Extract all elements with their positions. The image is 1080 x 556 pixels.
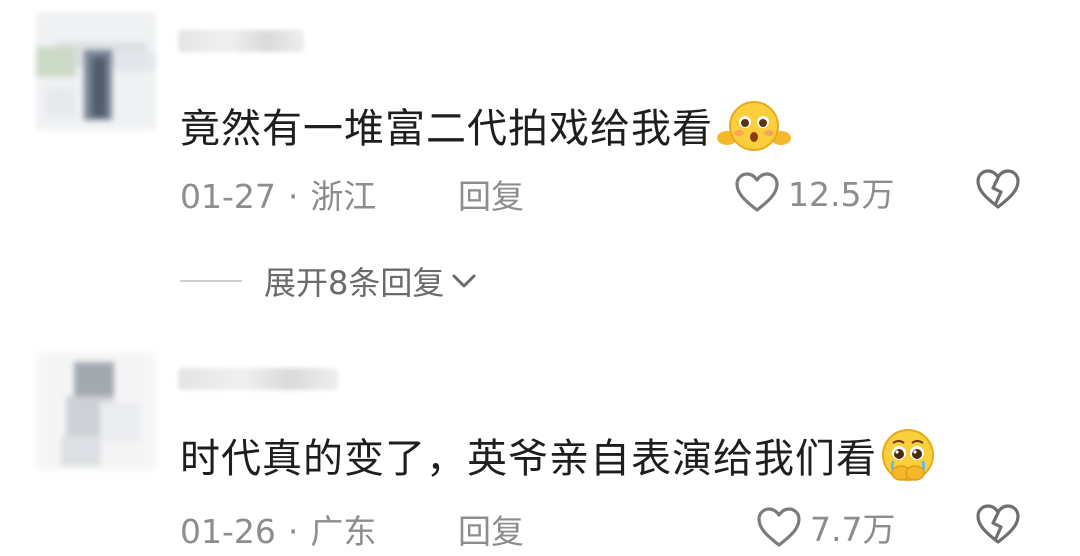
broken-heart-icon xyxy=(976,504,1020,544)
heart-outline-icon xyxy=(757,507,801,547)
comment-item: 竟然有一堆富二代拍戏给我看 01-27 · 浙江 回复 12.5万 展开8条回复 xyxy=(0,0,1080,302)
expand-replies-label: 展开8条回复 xyxy=(264,264,445,302)
meta-separator: · xyxy=(287,512,299,551)
dislike-button[interactable] xyxy=(974,503,1022,549)
comment-item: 时代真的变了，英爷亲自表演给我们看 01-26 · 广东 回复 7.7万 xyxy=(0,340,1080,556)
heart-outline-icon xyxy=(735,172,779,212)
reply-button[interactable]: 回复 xyxy=(458,505,524,553)
like-button[interactable]: 12.5万 xyxy=(734,168,894,216)
dislike-button[interactable] xyxy=(974,168,1022,214)
like-button[interactable]: 7.7万 xyxy=(756,503,895,551)
comment-meta: 01-27 · 浙江 xyxy=(180,170,376,218)
meta-separator: · xyxy=(287,177,299,216)
comment-date: 01-26 xyxy=(180,512,276,551)
avatar[interactable] xyxy=(36,352,156,470)
expand-replies-button[interactable]: 展开8条回复 xyxy=(180,258,478,304)
username-blurred[interactable] xyxy=(178,368,338,390)
comment-date: 01-27 xyxy=(180,177,276,216)
comment-text: 时代真的变了，英爷亲自表演给我们看 xyxy=(180,426,937,495)
divider-line xyxy=(180,280,242,282)
comment-text: 竟然有一堆富二代拍戏给我看 xyxy=(180,96,793,164)
reply-button[interactable]: 回复 xyxy=(458,170,524,218)
chevron-down-icon xyxy=(452,274,476,288)
like-count: 7.7万 xyxy=(810,510,896,549)
teary-eyed-face-emoji xyxy=(879,427,937,495)
comment-location: 广东 xyxy=(310,512,377,551)
comment-location: 浙江 xyxy=(310,177,377,216)
like-count: 12.5万 xyxy=(788,175,895,214)
username-blurred[interactable] xyxy=(178,30,304,52)
surprised-face-emoji xyxy=(715,98,793,164)
avatar[interactable] xyxy=(36,12,156,130)
comment-meta: 01-26 · 广东 xyxy=(180,505,376,553)
broken-heart-icon xyxy=(976,169,1020,209)
